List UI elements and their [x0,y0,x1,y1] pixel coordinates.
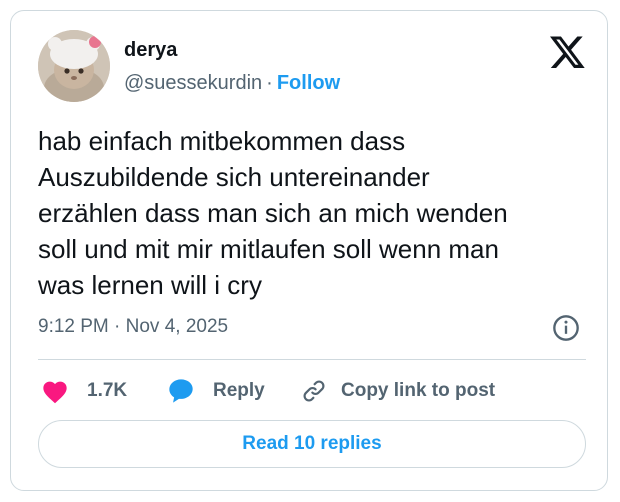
x-logo-icon[interactable] [550,36,586,70]
follow-button[interactable]: Follow [277,72,340,94]
avatar[interactable] [38,30,110,102]
copy-link-label: Copy link to post [341,380,496,401]
tweet-text-line: erzählen dass man sich an mich wenden [38,198,508,228]
reply-label: Reply [213,380,265,401]
divider [38,359,586,360]
tweet-card: derya @suessekurdin · Follow hab einfach m… [10,10,608,491]
link-icon [303,380,325,402]
read-replies-button[interactable]: Read 10 replies [38,420,586,468]
info-icon[interactable] [552,314,580,342]
author-handle-row: @suessekurdin · Follow [124,70,340,96]
avatar-image [38,30,110,102]
tweet-timestamp[interactable]: 9:12 PM · Nov 4, 2025 [38,314,228,340]
like-count: 1.7K [87,380,128,401]
author-handle[interactable]: @suessekurdin [124,72,262,94]
tweet-text-line: Auszubildende sich untereinander [38,162,430,192]
like-button[interactable]: 1.7K [41,375,127,407]
tweet-text-line: was lernen will i cry [38,270,262,300]
heart-icon [43,381,67,404]
reply-bubble-icon [169,379,193,403]
tweet-text: hab einfach mitbekommen dass Auszubilden… [38,123,598,303]
author-name[interactable]: derya [124,38,177,62]
tweet-text-line: hab einfach mitbekommen dass [38,126,406,156]
reply-button[interactable]: Reply [167,375,265,407]
separator-dot: · [266,72,273,94]
copy-link-button[interactable]: Copy link to post [301,375,495,407]
tweet-text-line: soll und mit mir mitlaufen soll wenn man [38,234,499,264]
